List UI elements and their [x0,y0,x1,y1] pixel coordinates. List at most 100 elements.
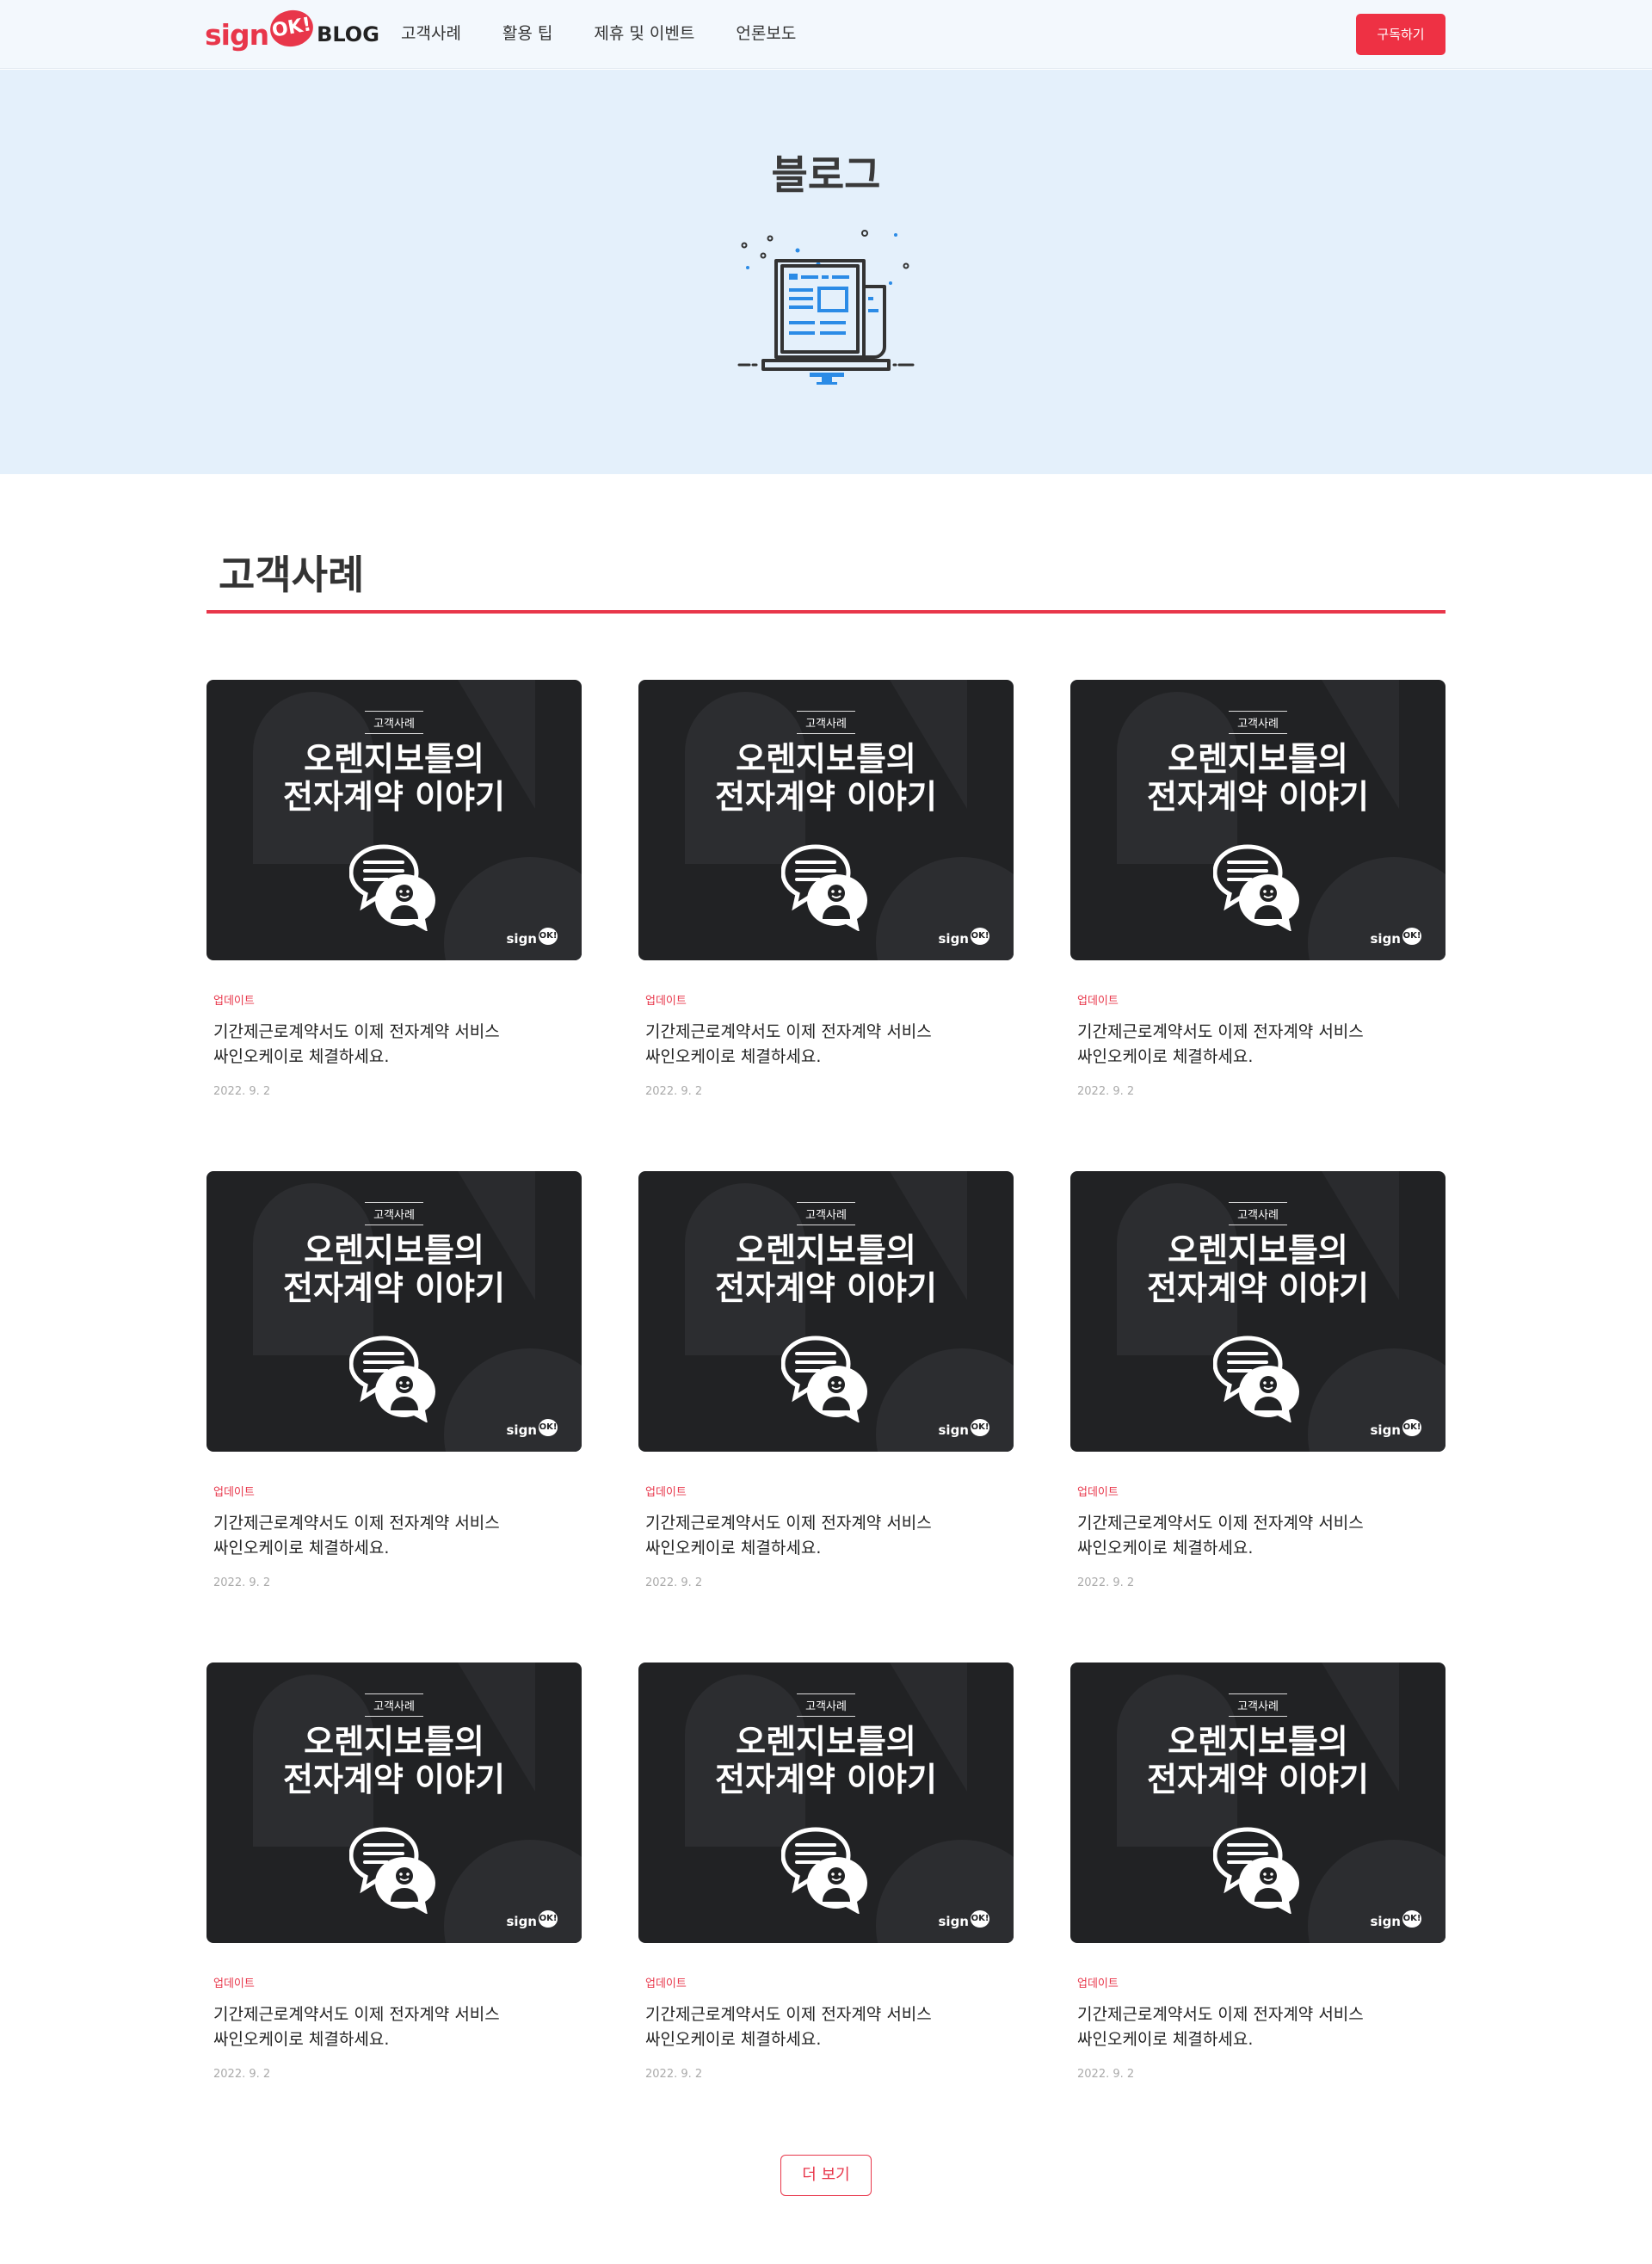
nav-item-press[interactable]: 언론보도 [736,21,796,44]
blog-card[interactable]: 고객사례 오렌지보틀의 전자계약 이야기 sign OK! 업데이트 기간제근로… [1070,680,1446,1127]
card-title[interactable]: 기간제근로계약서도 이제 전자계약 서비스 싸인오케이로 체결하세요. [645,1020,1007,1070]
card-category: 업데이트 [1077,995,1119,1008]
thumbnail-tag: 고객사례 [365,1202,423,1225]
card-title[interactable]: 기간제근로계약서도 이제 전자계약 서비스 싸인오케이로 체결하세요. [213,1020,575,1070]
thumbnail-headline-line2: 전자계약 이야기 [715,778,937,816]
card-thumbnail[interactable]: 고객사례 오렌지보틀의 전자계약 이야기 sign OK! [206,1663,582,1943]
chat-user-icon [781,844,867,931]
card-date: 2022. 9. 2 [213,2068,271,2081]
card-date: 2022. 9. 2 [1077,2068,1135,2081]
card-category: 업데이트 [213,995,255,1008]
card-title[interactable]: 기간제근로계약서도 이제 전자계약 서비스 싸인오케이로 체결하세요. [645,2002,1007,2052]
card-date: 2022. 9. 2 [645,1085,703,1098]
card-title-line1: 기간제근로계약서도 이제 전자계약 서비스 [213,2005,500,2024]
thumbnail-logo-sign: sign [938,1422,970,1438]
card-thumbnail[interactable]: 고객사례 오렌지보틀의 전자계약 이야기 sign OK! [1070,1171,1446,1452]
thumbnail-headline: 오렌지보틀의 전자계약 이야기 [1070,1723,1446,1798]
thumbnail-tag: 고객사례 [797,711,855,734]
thumbnail-headline: 오렌지보틀의 전자계약 이야기 [206,740,582,816]
card-title-line1: 기간제근로계약서도 이제 전자계약 서비스 [213,1022,500,1041]
chat-user-icon [1213,844,1299,931]
card-category: 업데이트 [645,995,687,1008]
chat-user-icon [349,1827,435,1914]
card-thumbnail[interactable]: 고객사례 오렌지보틀의 전자계약 이야기 sign OK! [638,1171,1014,1452]
chat-user-icon [781,1336,867,1422]
subscribe-button[interactable]: 구독하기 [1356,14,1446,55]
thumbnail-logo-sign: sign [506,931,538,947]
card-date: 2022. 9. 2 [1077,1085,1135,1098]
logo-blog-text: BLOG [317,22,379,46]
thumbnail-headline-line2: 전자계약 이야기 [283,1761,505,1798]
card-title-line1: 기간제근로계약서도 이제 전자계약 서비스 [645,1022,932,1041]
thumbnail-headline-line2: 전자계약 이야기 [1147,1269,1369,1307]
nav-item-customer-cases[interactable]: 고객사례 [401,21,461,44]
card-thumbnail[interactable]: 고객사례 오렌지보틀의 전자계약 이야기 sign OK! [206,680,582,960]
thumbnail-logo-sign: sign [506,1422,538,1438]
thumbnail-logo-ok: OK! [539,1419,558,1436]
card-title[interactable]: 기간제근로계약서도 이제 전자계약 서비스 싸인오케이로 체결하세요. [645,1511,1007,1561]
blog-card[interactable]: 고객사례 오렌지보틀의 전자계약 이야기 sign OK! 업데이트 기간제근로… [206,1663,582,2110]
thumbnail-logo-ok: OK! [539,1910,558,1928]
thumbnail-headline-line2: 전자계약 이야기 [1147,778,1369,816]
card-thumbnail[interactable]: 고객사례 오렌지보틀의 전자계약 이야기 sign OK! [1070,1663,1446,1943]
thumbnail-tag: 고객사례 [797,1202,855,1225]
card-thumbnail[interactable]: 고객사례 오렌지보틀의 전자계약 이야기 sign OK! [638,1663,1014,1943]
card-title-line2: 싸인오케이로 체결하세요. [1077,1539,1254,1558]
site-logo[interactable]: sign OK! BLOG [205,6,379,57]
card-title-line2: 싸인오케이로 체결하세요. [213,1539,390,1558]
card-date: 2022. 9. 2 [1077,1576,1135,1589]
chat-user-icon [781,1827,867,1914]
blog-card[interactable]: 고객사례 오렌지보틀의 전자계약 이야기 sign OK! 업데이트 기간제근로… [1070,1171,1446,1619]
blog-card[interactable]: 고객사례 오렌지보틀의 전자계약 이야기 sign OK! 업데이트 기간제근로… [1070,1663,1446,2110]
card-title[interactable]: 기간제근로계약서도 이제 전자계약 서비스 싸인오케이로 체결하세요. [1077,1020,1439,1070]
card-title[interactable]: 기간제근로계약서도 이제 전자계약 서비스 싸인오케이로 체결하세요. [1077,1511,1439,1561]
thumbnail-logo-ok: OK! [971,1910,989,1928]
newspaper-laptop-icon [737,230,915,385]
chat-user-icon [1213,1827,1299,1914]
thumbnail-headline-line2: 전자계약 이야기 [283,1269,505,1307]
thumbnail-logo-ok: OK! [1402,928,1421,945]
blog-card[interactable]: 고객사례 오렌지보틀의 전자계약 이야기 sign OK! 업데이트 기간제근로… [206,680,582,1127]
card-title[interactable]: 기간제근로계약서도 이제 전자계약 서비스 싸인오케이로 체결하세요. [1077,2002,1439,2052]
blog-card[interactable]: 고객사례 오렌지보틀의 전자계약 이야기 sign OK! 업데이트 기간제근로… [206,1171,582,1619]
thumbnail-tag: 고객사례 [1229,1202,1287,1225]
card-date: 2022. 9. 2 [645,2068,703,2081]
card-title-line1: 기간제근로계약서도 이제 전자계약 서비스 [645,1514,932,1533]
blog-card[interactable]: 고객사례 오렌지보틀의 전자계약 이야기 sign OK! 업데이트 기간제근로… [638,1663,1014,2110]
card-title[interactable]: 기간제근로계약서도 이제 전자계약 서비스 싸인오케이로 체결하세요. [213,1511,575,1561]
thumbnail-tag: 고객사례 [797,1693,855,1717]
thumbnail-logo: sign OK! [938,1419,989,1438]
card-title[interactable]: 기간제근로계약서도 이제 전자계약 서비스 싸인오케이로 체결하세요. [213,2002,575,2052]
thumbnail-logo-sign: sign [938,931,970,947]
card-title-line2: 싸인오케이로 체결하세요. [645,1047,822,1066]
thumbnail-logo: sign OK! [938,928,989,947]
card-thumbnail[interactable]: 고객사례 오렌지보틀의 전자계약 이야기 sign OK! [206,1171,582,1452]
card-category: 업데이트 [1077,1486,1119,1499]
card-thumbnail[interactable]: 고객사례 오렌지보틀의 전자계약 이야기 sign OK! [1070,680,1446,960]
page-title: 블로그 [771,151,881,198]
hero-banner: 블로그 [0,70,1652,474]
card-title-line2: 싸인오케이로 체결하세요. [1077,1047,1254,1066]
main-nav: 고객사례 활용 팁 제휴 및 이벤트 언론보도 [401,21,837,44]
card-thumbnail[interactable]: 고객사례 오렌지보틀의 전자계약 이야기 sign OK! [638,680,1014,960]
thumbnail-headline-line2: 전자계약 이야기 [1147,1761,1369,1798]
card-title-line2: 싸인오케이로 체결하세요. [1077,2030,1254,2049]
blog-card[interactable]: 고객사례 오렌지보틀의 전자계약 이야기 sign OK! 업데이트 기간제근로… [638,1171,1014,1619]
card-title-line1: 기간제근로계약서도 이제 전자계약 서비스 [213,1514,500,1533]
thumbnail-headline-line1: 오렌지보틀의 [304,740,484,778]
card-category: 업데이트 [645,1486,687,1499]
thumbnail-headline: 오렌지보틀의 전자계약 이야기 [206,1723,582,1798]
blog-card[interactable]: 고객사례 오렌지보틀의 전자계약 이야기 sign OK! 업데이트 기간제근로… [638,680,1014,1127]
nav-item-partnership-events[interactable]: 제휴 및 이벤트 [594,21,694,44]
card-title-line1: 기간제근로계약서도 이제 전자계약 서비스 [1077,2005,1364,2024]
card-category: 업데이트 [1077,1977,1119,1990]
card-category: 업데이트 [213,1977,255,1990]
logo-ok-badge: OK! [267,6,317,51]
card-title-line1: 기간제근로계약서도 이제 전자계약 서비스 [1077,1022,1364,1041]
thumbnail-logo: sign OK! [1371,1910,1421,1929]
thumbnail-headline: 오렌지보틀의 전자계약 이야기 [1070,1231,1446,1307]
load-more-button[interactable]: 더 보기 [780,2155,872,2196]
thumbnail-logo-ok: OK! [1402,1910,1421,1928]
nav-item-tips[interactable]: 활용 팁 [502,21,552,44]
thumbnail-logo: sign OK! [506,928,558,947]
